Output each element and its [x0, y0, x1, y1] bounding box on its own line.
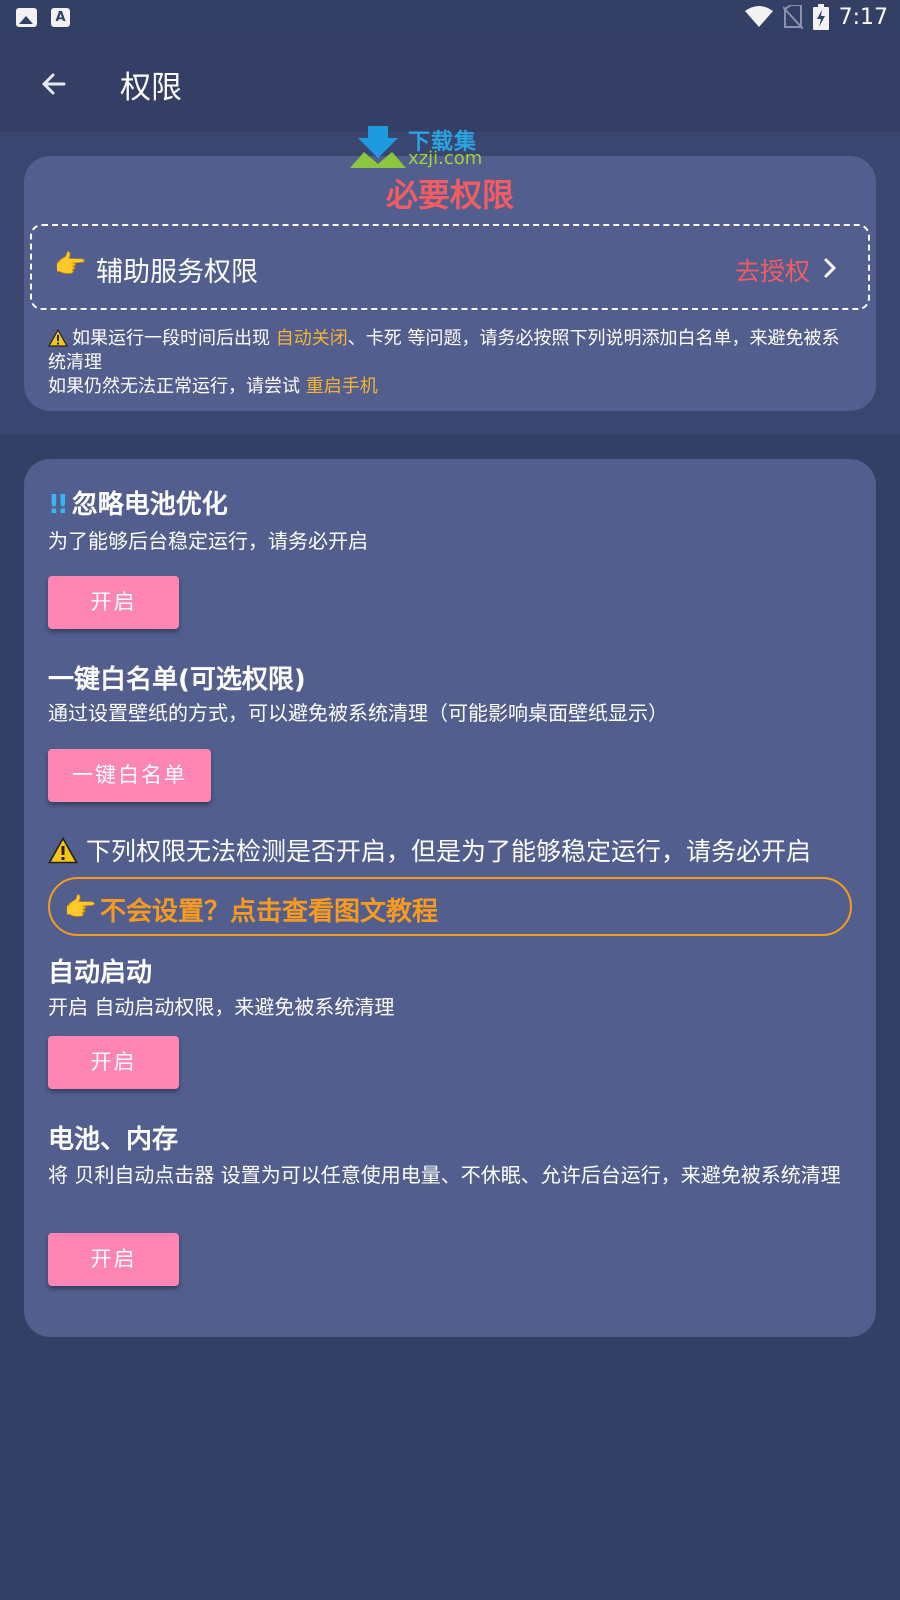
- pointing-hand-icon: 👉: [54, 250, 87, 280]
- battery-memory-desc: 将 贝利自动点击器 设置为可以任意使用电量、不休眠、允许后台运行，来避免被系统清…: [48, 1163, 841, 1187]
- battery-optimization-enable-button[interactable]: 开启: [48, 576, 179, 629]
- warning-text: 下列权限无法检测是否开启，但是为了能够稳定运行，请务必开启: [86, 837, 812, 866]
- battery-memory-title: 电池、内存: [48, 1125, 179, 1155]
- restart-note-text: 如果仍然无法正常运行，请尝试: [48, 376, 306, 397]
- pointing-hand-icon: 👉: [64, 893, 97, 923]
- battery-optimization-title: !! 忽略电池优化: [48, 490, 228, 520]
- autostart-desc: 开启 自动启动权限，来避免被系统清理: [48, 995, 395, 1019]
- restart-note: 如果仍然无法正常运行，请尝试 重启手机: [48, 375, 848, 399]
- battery-memory-enable-button[interactable]: 开启: [48, 1233, 179, 1286]
- warning-icon: [48, 837, 78, 864]
- page-title: 权限: [120, 70, 182, 106]
- tutorial-link-button[interactable]: 👉 不会设置？点击查看图文教程: [48, 877, 852, 936]
- note-highlight-auto-close: 自动关闭: [275, 328, 348, 349]
- note-text: 如果运行一段时间后出现: [72, 328, 276, 349]
- app-bar: 权限: [0, 36, 900, 132]
- battery-charging-icon: [812, 4, 829, 30]
- autostart-enable-button[interactable]: 开启: [48, 1036, 179, 1089]
- undetectable-warning: 下列权限无法检测是否开启，但是为了能够稳定运行，请务必开启: [48, 832, 811, 868]
- whitelist-desc: 通过设置壁纸的方式，可以避免被系统清理（可能影响桌面壁纸显示）: [48, 701, 668, 725]
- status-bar: A 7:17: [0, 0, 900, 36]
- accessibility-label: 辅助服务权限: [96, 257, 258, 288]
- tutorial-label: 不会设置？点击查看图文教程: [100, 897, 439, 927]
- status-time: 7:17: [838, 4, 888, 30]
- authorize-link[interactable]: 去授权: [735, 252, 810, 288]
- font-a-icon: A: [51, 8, 70, 27]
- no-sim-icon: [782, 5, 803, 29]
- one-click-whitelist-button[interactable]: 一键白名单: [48, 749, 211, 802]
- image-icon: [16, 8, 37, 27]
- required-title: 必要权限: [385, 176, 514, 214]
- watermark-url: xzji.com: [408, 148, 483, 169]
- warning-icon: [48, 329, 68, 347]
- wifi-icon: [744, 6, 773, 27]
- note-highlight-restart: 重启手机: [305, 376, 378, 397]
- chevron-right-icon: [824, 258, 836, 278]
- watermark-logo-icon: [350, 126, 406, 168]
- accessibility-permission-row[interactable]: 👉 辅助服务权限 去授权: [30, 224, 870, 310]
- battery-optimization-desc: 为了能够后台稳定运行，请务必开启: [48, 529, 368, 553]
- watermark: 下载集 xzji.com: [350, 124, 490, 170]
- whitelist-note: 如果运行一段时间后出现 自动关闭、卡死 等问题，请务必按照下列说明添加白名单，来…: [48, 327, 848, 375]
- double-exclamation-icon: !!: [48, 490, 69, 520]
- arrow-left-icon[interactable]: [34, 64, 74, 104]
- autostart-title: 自动启动: [48, 958, 153, 988]
- whitelist-title: 一键白名单(可选权限): [48, 665, 306, 695]
